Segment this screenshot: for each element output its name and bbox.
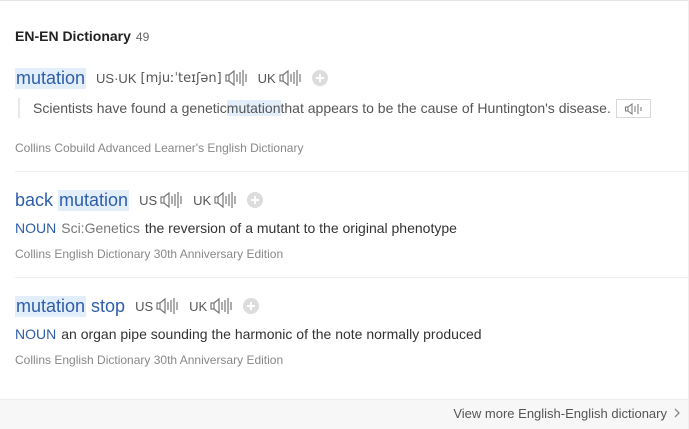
entry-back-mutation: back mutation US UK NOUN Sci:Genetics th… (15, 188, 689, 261)
pron-label-us: US (139, 192, 158, 208)
dictionary-title: EN-EN Dictionary (15, 28, 131, 44)
chevron-right-icon (674, 406, 680, 421)
source-label: Collins Cobuild Advanced Learner's Engli… (15, 141, 304, 155)
pron-label-uk: UK (193, 192, 212, 208)
speaker-icon[interactable] (225, 69, 248, 87)
pron-label-uk: UK (257, 70, 276, 86)
definition-row: NOUN Sci:Genetics the reversion of a mut… (15, 220, 457, 236)
definition-text: the reversion of a mutant to the origina… (144, 220, 457, 236)
pron-label-us-uk: US·UK (96, 70, 137, 86)
speaker-icon[interactable] (210, 297, 233, 315)
headword-link-highlight[interactable]: mutation (58, 189, 130, 211)
entry-mutation-stop: mutation stop US UK NOUN an organ pipe s… (15, 294, 689, 367)
speaker-icon (624, 102, 642, 115)
speaker-icon[interactable] (214, 191, 237, 209)
plus-icon[interactable] (247, 192, 264, 208)
example-sentence: Scientists have found a genetic mutation… (18, 98, 651, 118)
part-of-speech: NOUN (15, 220, 57, 236)
pron-label-us: US (135, 298, 154, 314)
part-of-speech: NOUN (15, 326, 57, 342)
view-more-label: View more English-English dictionary (453, 406, 667, 421)
source-label: Collins English Dictionary 30th Annivers… (15, 353, 284, 367)
speaker-icon[interactable] (279, 69, 302, 87)
phonetic: [mjuːˈteɪʃən] (140, 70, 222, 86)
example-audio-button[interactable] (615, 98, 651, 118)
example-text-after: that appears to be the cause of Huntingt… (280, 100, 611, 116)
source-label: Collins English Dictionary 30th Annivers… (15, 247, 284, 261)
plus-icon[interactable] (243, 298, 260, 314)
entry-headword-row: mutation US·UK [mjuːˈteɪʃən] UK (15, 66, 689, 90)
speaker-icon[interactable] (156, 297, 179, 315)
definition-row: NOUN an organ pipe sounding the harmonic… (15, 326, 482, 342)
definition-text: an organ pipe sounding the harmonic of t… (61, 326, 482, 342)
dictionary-header: EN-EN Dictionary 49 (15, 28, 149, 44)
entry-divider (15, 171, 689, 172)
view-more-link[interactable]: View more English-English dictionary (453, 406, 680, 421)
headword-link[interactable]: stop (91, 296, 125, 317)
entry-headword-row: mutation stop US UK (15, 294, 689, 318)
dictionary-count: 49 (135, 30, 150, 44)
headword-link-highlight[interactable]: mutation (15, 295, 87, 317)
entry-divider (15, 277, 689, 278)
speaker-icon[interactable] (160, 191, 183, 209)
top-border (0, 0, 689, 1)
headword-link[interactable]: back (15, 190, 53, 211)
headword-link[interactable]: mutation (15, 67, 87, 89)
example-text-highlight: mutation (226, 100, 281, 116)
subject-domain: Sci:Genetics (61, 220, 140, 236)
entry-headword-row: back mutation US UK (15, 188, 689, 212)
example-text-before: Scientists have found a genetic (33, 100, 227, 116)
pron-label-uk: UK (189, 298, 208, 314)
entry-mutation: mutation US·UK [mjuːˈteɪʃən] UK Scientis… (15, 66, 689, 155)
plus-icon[interactable] (311, 70, 328, 86)
footer-bar: View more English-English dictionary (0, 399, 688, 429)
